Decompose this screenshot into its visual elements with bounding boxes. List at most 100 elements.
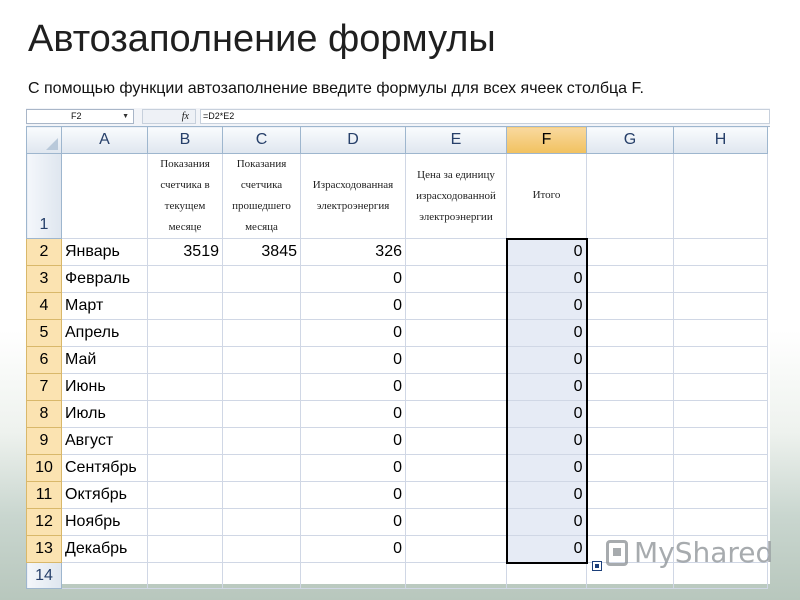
cell-total[interactable]: 0 xyxy=(505,346,588,374)
column-header-e[interactable]: E xyxy=(405,126,507,154)
row-header[interactable]: 9 xyxy=(26,427,62,455)
cell-current-reading[interactable] xyxy=(147,265,223,293)
column-header-b[interactable]: B xyxy=(147,126,223,154)
cell[interactable] xyxy=(673,265,768,293)
autofill-options-icon[interactable] xyxy=(592,561,602,571)
cell-price[interactable] xyxy=(405,373,507,401)
cell-consumption[interactable]: 326 xyxy=(300,238,406,266)
cell-month[interactable]: Май xyxy=(61,346,148,374)
cell-month[interactable]: Июль xyxy=(61,400,148,428)
row-header[interactable]: 5 xyxy=(26,319,62,347)
cell-consumption[interactable]: 0 xyxy=(300,400,406,428)
cell-total[interactable]: 0 xyxy=(505,265,588,293)
cell-price[interactable] xyxy=(405,427,507,455)
fx-icon[interactable]: fx xyxy=(142,109,196,124)
cell-total[interactable]: 0 xyxy=(505,481,588,509)
cell-total[interactable]: 0 xyxy=(505,237,588,266)
cell-month[interactable]: Март xyxy=(61,292,148,320)
cell[interactable] xyxy=(673,238,768,266)
cell[interactable] xyxy=(673,508,768,536)
cell[interactable] xyxy=(673,319,768,347)
name-box[interactable]: F2 ▼ xyxy=(26,109,134,124)
cell[interactable] xyxy=(586,508,674,536)
cell-current-reading[interactable] xyxy=(147,400,223,428)
cell-month[interactable]: Ноябрь xyxy=(61,508,148,536)
cell-b1[interactable]: Показания счетчика в текущем месяце xyxy=(147,153,223,239)
dropdown-arrow-icon[interactable]: ▼ xyxy=(122,110,129,123)
row-header[interactable]: 6 xyxy=(26,346,62,374)
cell-current-reading[interactable] xyxy=(147,535,223,563)
cell[interactable] xyxy=(586,319,674,347)
cell-consumption[interactable]: 0 xyxy=(300,346,406,374)
cell-month[interactable]: Декабрь xyxy=(61,535,148,563)
cell[interactable] xyxy=(673,427,768,455)
cell-price[interactable] xyxy=(405,319,507,347)
column-header-f[interactable]: F xyxy=(506,126,587,154)
cell-month[interactable]: Июнь xyxy=(61,373,148,401)
cell[interactable] xyxy=(147,562,223,589)
cell-h1[interactable] xyxy=(673,153,768,239)
cell-consumption[interactable]: 0 xyxy=(300,292,406,320)
cell-consumption[interactable]: 0 xyxy=(300,535,406,563)
row-header[interactable]: 13 xyxy=(26,535,62,563)
row-header[interactable]: 12 xyxy=(26,508,62,536)
formula-input[interactable]: =D2*E2 xyxy=(200,109,770,124)
cell-total[interactable]: 0 xyxy=(505,373,588,401)
cell-total[interactable]: 0 xyxy=(505,319,588,347)
cell-price[interactable] xyxy=(405,508,507,536)
select-all-icon[interactable] xyxy=(26,126,62,154)
row-header[interactable]: 10 xyxy=(26,454,62,482)
cell-total[interactable]: 0 xyxy=(505,454,588,482)
cell-total[interactable]: 0 xyxy=(505,292,588,320)
cell-previous-reading[interactable] xyxy=(222,508,301,536)
cell[interactable] xyxy=(673,400,768,428)
cell[interactable] xyxy=(586,481,674,509)
cell[interactable] xyxy=(673,346,768,374)
cell-total[interactable]: 0 xyxy=(505,427,588,455)
cell-current-reading[interactable] xyxy=(147,454,223,482)
cell-price[interactable] xyxy=(405,535,507,563)
cell-c1[interactable]: Показания счетчика прошедшего месяца xyxy=(222,153,301,239)
cell-f1[interactable]: Итого xyxy=(506,153,587,239)
column-header-c[interactable]: C xyxy=(222,126,301,154)
column-header-h[interactable]: H xyxy=(673,126,768,154)
cell-e1[interactable]: Цена за единицу израсходованной электроэ… xyxy=(405,153,507,239)
cell-previous-reading[interactable] xyxy=(222,265,301,293)
cell-consumption[interactable]: 0 xyxy=(300,427,406,455)
row-header[interactable]: 1 xyxy=(26,153,62,239)
cell[interactable] xyxy=(586,346,674,374)
cell-total[interactable]: 0 xyxy=(505,400,588,428)
cell-consumption[interactable]: 0 xyxy=(300,454,406,482)
cell-previous-reading[interactable] xyxy=(222,400,301,428)
cell-previous-reading[interactable] xyxy=(222,292,301,320)
cell[interactable] xyxy=(222,562,301,589)
cell-d1[interactable]: Израсходованная электроэнергия xyxy=(300,153,406,239)
cell-price[interactable] xyxy=(405,238,507,266)
cell-current-reading[interactable] xyxy=(147,427,223,455)
cell-previous-reading[interactable] xyxy=(222,535,301,563)
cell-month[interactable]: Апрель xyxy=(61,319,148,347)
cell[interactable] xyxy=(673,481,768,509)
cell-current-reading[interactable] xyxy=(147,373,223,401)
cell-g1[interactable] xyxy=(586,153,674,239)
cell-consumption[interactable]: 0 xyxy=(300,481,406,509)
cell-price[interactable] xyxy=(405,265,507,293)
cell[interactable] xyxy=(586,238,674,266)
cell-consumption[interactable]: 0 xyxy=(300,319,406,347)
column-header-d[interactable]: D xyxy=(300,126,406,154)
cell-price[interactable] xyxy=(405,346,507,374)
cell-total[interactable]: 0 xyxy=(505,508,588,536)
cell-month[interactable]: Сентябрь xyxy=(61,454,148,482)
cell[interactable] xyxy=(405,562,507,589)
cell-previous-reading[interactable] xyxy=(222,346,301,374)
cell-a1[interactable] xyxy=(61,153,148,239)
row-header[interactable]: 3 xyxy=(26,265,62,293)
row-header[interactable]: 7 xyxy=(26,373,62,401)
cell-price[interactable] xyxy=(405,292,507,320)
cell[interactable] xyxy=(586,373,674,401)
cell-month[interactable]: Январь xyxy=(61,238,148,266)
cell[interactable] xyxy=(586,265,674,293)
cell-current-reading[interactable] xyxy=(147,346,223,374)
cell-current-reading[interactable]: 3519 xyxy=(147,238,223,266)
cell-current-reading[interactable] xyxy=(147,292,223,320)
